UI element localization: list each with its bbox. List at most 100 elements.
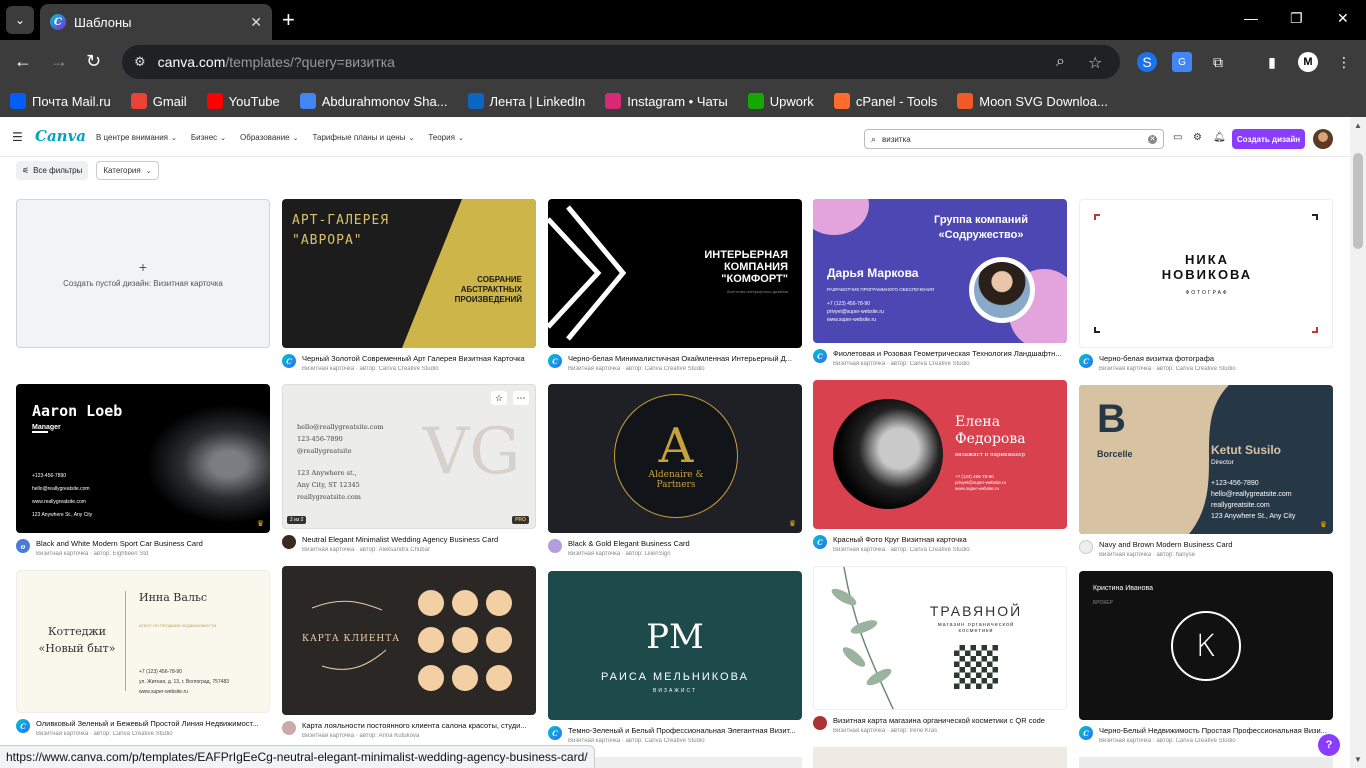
card-line: hello@reallygreatsite.com: [297, 423, 384, 431]
reload-icon[interactable]: ↻: [86, 51, 101, 72]
help-button[interactable]: ?: [1318, 734, 1340, 756]
template-title[interactable]: Красный Фото Круг Визитная карточка: [833, 535, 970, 544]
template-meta: C Оливковый Зеленый и Бежевый Простой Лин…: [16, 719, 270, 737]
card-line: +7 (123) 456-78-90: [827, 301, 870, 307]
template-thumbnail: ИНТЕРЬЕРНАЯ КОМПАНИЯ "КОМФОРТ" Агентство…: [548, 199, 802, 348]
template-title[interactable]: Оливковый Зеленый и Бежевый Простой Лини…: [36, 719, 258, 728]
forward-arrow-icon[interactable]: →: [50, 51, 68, 72]
bookmark-item[interactable]: Moon SVG Downloa...: [957, 93, 1108, 109]
bookmark-label: Instagram • Чаты: [627, 93, 728, 109]
template-title[interactable]: Фиолетовая и Розовая Геометрическая Техн…: [833, 349, 1061, 358]
template-thumbnail: КАРТА КЛИЕНТА: [282, 566, 536, 715]
moon-svg-icon: [957, 93, 974, 109]
side-panel-icon[interactable]: ▮: [1262, 52, 1282, 72]
bookmark-star-icon[interactable]: ☆: [1088, 53, 1102, 73]
template-title[interactable]: Карта лояльности постоянного клиента сал…: [302, 721, 527, 730]
notifications-bell-icon[interactable]: 🔔︎: [1213, 132, 1226, 143]
nav-business[interactable]: Бизнес ⌄: [191, 133, 226, 142]
mail-ru-icon: [10, 93, 26, 109]
scrollbar-thumb[interactable]: [1353, 153, 1363, 249]
card-contacts: +7 (123) 456-78-90 privyet@super-website.…: [955, 474, 1006, 492]
template-title[interactable]: Визитная карта магазина органической кос…: [833, 716, 1045, 725]
chevron-down-icon: ⌄: [292, 134, 299, 142]
more-options-icon[interactable]: ⋯: [513, 391, 529, 405]
bookmark-item[interactable]: YouTube: [206, 93, 280, 109]
settings-gear-icon[interactable]: ⚙: [1193, 132, 1202, 143]
template-title[interactable]: Черно-белая визитка фотографа: [1099, 354, 1236, 363]
card-text: Aaron Loeb: [32, 402, 123, 420]
extensions-puzzle-icon[interactable]: ⧉: [1208, 52, 1228, 72]
tab-search-button[interactable]: ⌄: [6, 6, 34, 34]
hands-line-art: [311, 600, 387, 670]
shazam-extension-icon[interactable]: S: [1137, 52, 1157, 72]
bookmark-item[interactable]: cPanel - Tools: [833, 93, 937, 109]
browser-tab[interactable]: C Шаблоны ✕: [40, 4, 272, 40]
desktop-app-icon[interactable]: ▭: [1173, 132, 1182, 143]
template-title[interactable]: Black and White Modern Sport Car Busines…: [36, 539, 203, 548]
template-author: Визитная карточка · автор: Anna Kutukova: [302, 733, 420, 739]
new-tab-button[interactable]: +: [282, 8, 295, 32]
card-line: www.super-website.ru: [139, 689, 188, 695]
template-title[interactable]: Black & Gold Elegant Business Card: [568, 539, 690, 548]
nav-pricing[interactable]: Тарифные планы и цены ⌄: [313, 133, 415, 142]
template-title[interactable]: Neutral Elegant Minimalist Wedding Agenc…: [302, 535, 498, 544]
filter-sliders-icon: ⚟: [22, 166, 30, 175]
card-text: Группа компаний «Содружество»: [934, 214, 1028, 241]
canva-logo[interactable]: Canva: [35, 127, 86, 145]
template-title[interactable]: Черно-Белый Недвижимость Простая Професс…: [1099, 726, 1327, 735]
card-line: hello@reallygreatsite.com: [32, 486, 90, 492]
search-input[interactable]: ⌕ визитка ✕: [864, 129, 1164, 149]
address-bar[interactable]: ⚙ canva.com/templates/?query=визитка ⌕ ☆: [122, 45, 1120, 79]
user-avatar[interactable]: [1313, 129, 1333, 149]
translate-extension-icon[interactable]: G: [1172, 52, 1192, 72]
template-title[interactable]: Navy and Brown Modern Business Card: [1099, 540, 1232, 549]
all-filters-button[interactable]: ⚟ Все фильтры: [16, 161, 89, 180]
nav-education[interactable]: Образование ⌄: [240, 133, 298, 142]
chevron-down-icon: ⌄: [457, 134, 464, 142]
template-title[interactable]: Черный Золотой Современный Арт Галерея В…: [302, 354, 525, 363]
bookmark-item[interactable]: Abdurahmonov Sha...: [299, 93, 448, 109]
template-author: Визитная карточка · автор: Canva Creativ…: [1099, 738, 1236, 744]
create-blank-card[interactable]: + Создать пустой дизайн: Визитная карточ…: [16, 199, 270, 348]
chevron-lines-shape: [548, 205, 627, 341]
pro-badge: PRO: [512, 516, 529, 524]
portrait-photo: [974, 262, 1030, 318]
template-title[interactable]: Черно-белая Минималистичная Окаймленная …: [568, 354, 792, 363]
profile-avatar-icon[interactable]: M: [1298, 52, 1318, 72]
bookmark-item[interactable]: Gmail: [130, 93, 187, 109]
zoom-search-icon[interactable]: ⌕: [1056, 53, 1065, 71]
scroll-up-icon[interactable]: ▲: [1354, 121, 1362, 130]
favorite-star-icon[interactable]: ☆: [491, 391, 507, 405]
back-arrow-icon[interactable]: ←: [14, 51, 32, 72]
bookmark-item[interactable]: Instagram • Чаты: [605, 93, 728, 109]
crown-icon: ♛: [788, 519, 796, 528]
bookmark-item[interactable]: Лента | LinkedIn: [467, 93, 585, 109]
nav-learn[interactable]: Теория ⌄: [428, 133, 463, 142]
site-info-icon[interactable]: ⚙: [134, 54, 146, 70]
template-title[interactable]: Темно-Зеленый и Белый Профессиональная Э…: [568, 726, 795, 735]
chevron-down-icon: ⌄: [145, 167, 152, 175]
minimize-icon[interactable]: —: [1244, 10, 1258, 26]
template-thumbnail-partial[interactable]: [813, 747, 1067, 768]
card-text: ВИЗАЖИСТ: [653, 688, 697, 694]
create-design-button[interactable]: Создать дизайн: [1232, 129, 1305, 149]
bookmark-item[interactable]: Upwork: [747, 93, 814, 109]
restore-icon[interactable]: ❐: [1290, 10, 1303, 27]
nav-featured[interactable]: В центре внимания ⌄: [96, 133, 177, 142]
close-icon[interactable]: ✕: [250, 14, 262, 31]
canva-favicon-icon: C: [50, 14, 66, 30]
template-thumbnail-partial[interactable]: [1079, 757, 1333, 768]
window-close-icon[interactable]: ✕: [1337, 10, 1349, 27]
kebab-menu-icon[interactable]: ⋮: [1334, 52, 1354, 72]
card-text: Коттеджи «Новый быт»: [38, 625, 116, 655]
card-text: магазин органической косметики: [937, 622, 1015, 634]
question-icon: ?: [1325, 739, 1333, 751]
bookmark-item[interactable]: Почта Mail.ru: [10, 93, 111, 109]
clear-search-icon[interactable]: ✕: [1148, 134, 1157, 144]
scroll-down-icon[interactable]: ▼: [1354, 755, 1362, 764]
category-dropdown[interactable]: Категория ⌄: [96, 161, 159, 180]
card-text: Елена Федорова: [955, 414, 1026, 447]
card-text: БРОКЕР: [1093, 600, 1113, 606]
hamburger-menu-icon[interactable]: ☰: [12, 130, 23, 144]
page-scrollbar[interactable]: ▲ ▼: [1350, 117, 1366, 768]
